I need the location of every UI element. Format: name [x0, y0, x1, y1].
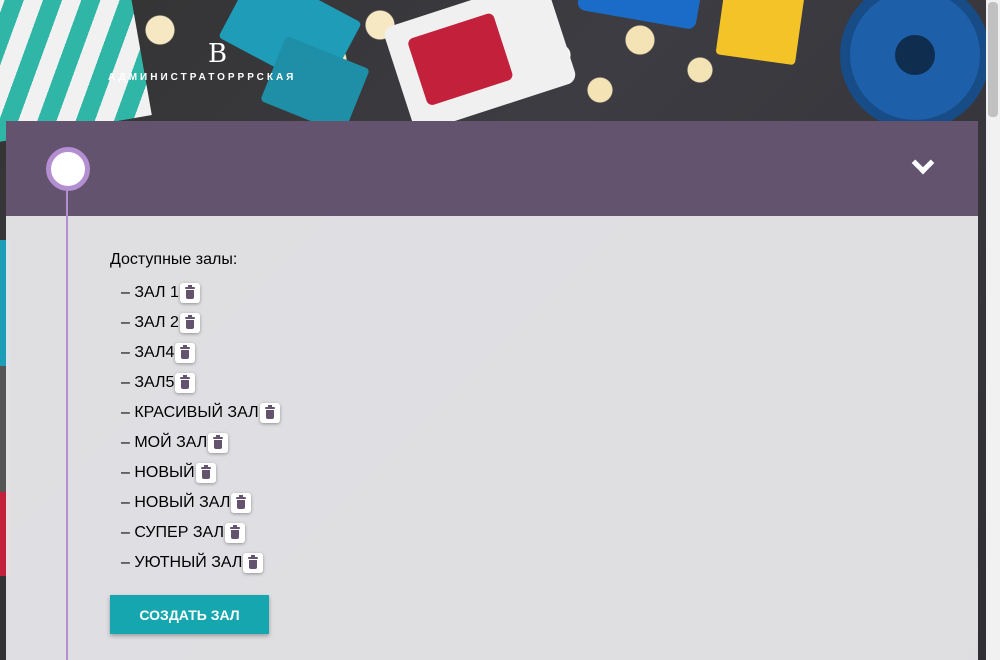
hall-list: – ЗАЛ 1 – ЗАЛ 2 – ЗАЛ4 – ЗАЛ5 – КРАСИВЫЙ…	[121, 278, 280, 578]
hall-name: – ЗАЛ5	[121, 374, 175, 391]
delete-hall-button[interactable]	[231, 493, 252, 513]
timeline-marker	[46, 147, 90, 191]
delete-hall-button[interactable]	[243, 553, 264, 573]
delete-hall-button[interactable]	[175, 373, 196, 393]
3d-glasses-decoration	[382, 0, 578, 134]
list-item: – СУПЕР ЗАЛ	[121, 518, 280, 548]
delete-hall-button[interactable]	[225, 523, 246, 543]
halls-panel: Доступные залы: – ЗАЛ 1 – ЗАЛ 2 – ЗАЛ4 –…	[6, 121, 978, 660]
panel-header	[6, 121, 978, 216]
logo-text: АДМИНИСТРАТОРРРСКАЯ	[108, 72, 297, 83]
film-reel-decoration	[840, 0, 990, 130]
create-hall-button[interactable]: СОЗДАТЬ ЗАЛ	[110, 595, 269, 634]
list-item: – НОВЫЙ	[121, 458, 280, 488]
hall-name: – СУПЕР ЗАЛ	[121, 524, 225, 541]
delete-hall-button[interactable]	[259, 403, 280, 423]
delete-hall-button[interactable]	[179, 313, 200, 333]
hall-name: – УЮТНЫЙ ЗАЛ	[121, 554, 243, 571]
delete-hall-button[interactable]	[179, 283, 200, 303]
logo: B АДМИНИСТРАТОРРРСКАЯ	[108, 40, 328, 90]
collapse-toggle-button[interactable]	[904, 151, 944, 187]
logo-mark: B	[208, 39, 228, 69]
hall-name: – КРАСИВЫЙ ЗАЛ	[121, 404, 259, 421]
hall-name: – НОВЫЙ	[121, 464, 195, 481]
panel-body: Доступные залы: – ЗАЛ 1 – ЗАЛ 2 – ЗАЛ4 –…	[6, 216, 978, 660]
list-item: – ЗАЛ5	[121, 368, 280, 398]
hall-name: – ЗАЛ 2	[121, 314, 179, 331]
scrollbar-thumb[interactable]	[988, 2, 998, 117]
delete-hall-button[interactable]	[195, 463, 216, 483]
reel-hub-decoration	[895, 35, 935, 75]
timeline-line	[66, 187, 68, 660]
list-item: – КРАСИВЫЙ ЗАЛ	[121, 398, 280, 428]
ticket-decoration	[715, 0, 805, 66]
page-scrollbar[interactable]	[986, 0, 1000, 660]
list-item: – МОЙ ЗАЛ	[121, 428, 280, 458]
hall-name: – ЗАЛ 1	[121, 284, 179, 301]
hall-name: – МОЙ ЗАЛ	[121, 434, 208, 451]
delete-hall-button[interactable]	[208, 433, 229, 453]
list-item: – ЗАЛ 2	[121, 308, 280, 338]
hall-name: – НОВЫЙ ЗАЛ	[121, 494, 231, 511]
halls-title: Доступные залы:	[110, 251, 238, 268]
list-item: – НОВЫЙ ЗАЛ	[121, 488, 280, 518]
list-item: – УЮТНЫЙ ЗАЛ	[121, 548, 280, 578]
3d-glasses-decoration	[576, 0, 704, 31]
lens-decoration	[406, 12, 514, 107]
chevron-down-icon	[911, 151, 935, 175]
delete-hall-button[interactable]	[175, 343, 196, 363]
list-item: – ЗАЛ4	[121, 338, 280, 368]
hall-name: – ЗАЛ4	[121, 344, 175, 361]
list-item: – ЗАЛ 1	[121, 278, 280, 308]
